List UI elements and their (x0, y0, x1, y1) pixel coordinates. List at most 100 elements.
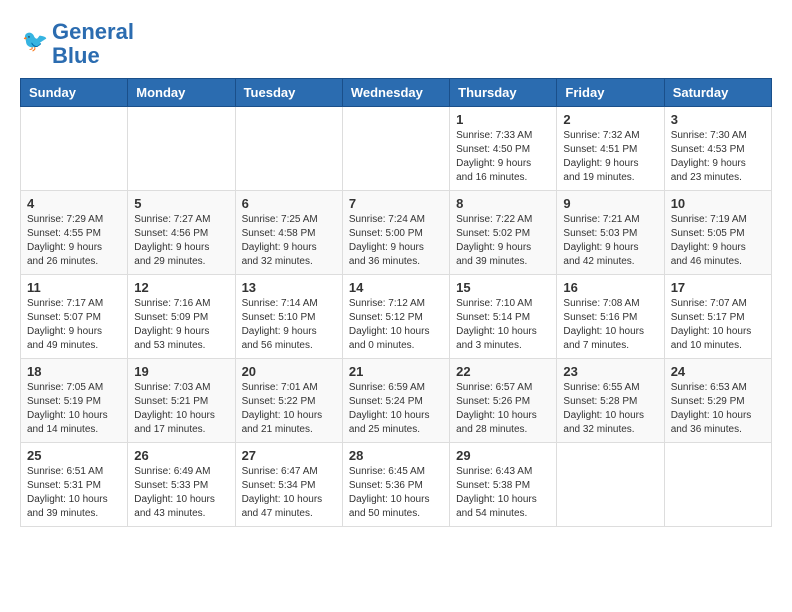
logo-icon: 🐦 (22, 27, 52, 57)
day-number: 22 (456, 364, 550, 379)
calendar-cell: 7 Sunrise: 7:24 AM Sunset: 5:00 PM Daylig… (342, 191, 449, 275)
day-number: 20 (242, 364, 336, 379)
day-info: Sunrise: 7:19 AM Sunset: 5:05 PM Dayligh… (671, 213, 765, 269)
calendar-cell: 6Sunrise: 7:25 AM Sunset: 4:58 PM Daylig… (235, 191, 342, 275)
day-info: Sunrise: 6:43 AM Sunset: 5:38 PM Dayligh… (456, 465, 550, 521)
day-info: Sunrise: 7:07 AM Sunset: 5:17 PM Dayligh… (671, 297, 765, 353)
calendar-cell: 14 Sunrise: 7:12 AM Sunset: 5:12 PM Dayli… (342, 275, 449, 359)
day-number: 16 (563, 280, 657, 295)
calendar-cell: 8 Sunrise: 7:22 AM Sunset: 5:02 PM Daylig… (450, 191, 557, 275)
weekday-thursday: Thursday (450, 79, 557, 107)
day-number: 10 (671, 196, 765, 211)
week-row-3: 11 Sunrise: 7:17 AM Sunset: 5:07 PM Dayli… (21, 275, 772, 359)
page-header: 🐦 General Blue (20, 20, 772, 68)
calendar-cell: 13 Sunrise: 7:14 AM Sunset: 5:10 PM Dayli… (235, 275, 342, 359)
day-info: Sunrise: 7:21 AM Sunset: 5:03 PM Dayligh… (563, 213, 657, 269)
day-info: Sunrise: 7:27 AM Sunset: 4:56 PM Dayligh… (134, 213, 228, 269)
day-info: Sunrise: 7:32 AM Sunset: 4:51 PM Dayligh… (563, 129, 657, 185)
day-number: 21 (349, 364, 443, 379)
weekday-friday: Friday (557, 79, 664, 107)
calendar-cell (128, 107, 235, 191)
day-number: 14 (349, 280, 443, 295)
day-number: 9 (563, 196, 657, 211)
week-row-4: 18 Sunrise: 7:05 AM Sunset: 5:19 PM Dayli… (21, 359, 772, 443)
day-number: 7 (349, 196, 443, 211)
day-number: 12 (134, 280, 228, 295)
day-info: Sunrise: 7:03 AM Sunset: 5:21 PM Dayligh… (134, 381, 228, 437)
day-info: Sunrise: 6:45 AM Sunset: 5:36 PM Dayligh… (349, 465, 443, 521)
logo-general: General (52, 19, 134, 44)
day-info: Sunrise: 7:16 AM Sunset: 5:09 PM Dayligh… (134, 297, 228, 353)
day-info: Sunrise: 7:17 AM Sunset: 5:07 PM Dayligh… (27, 297, 121, 353)
day-info: Sunrise: 7:08 AM Sunset: 5:16 PM Dayligh… (563, 297, 657, 353)
day-info: Sunrise: 7:25 AM Sunset: 4:58 PM Dayligh… (242, 213, 336, 269)
day-number: 19 (134, 364, 228, 379)
calendar-cell: 10 Sunrise: 7:19 AM Sunset: 5:05 PM Dayli… (664, 191, 771, 275)
day-info: Sunrise: 6:51 AM Sunset: 5:31 PM Dayligh… (27, 465, 121, 521)
calendar-cell: 22 Sunrise: 6:57 AM Sunset: 5:26 PM Dayli… (450, 359, 557, 443)
calendar-cell: 17Sunrise: 7:07 AM Sunset: 5:17 PM Dayli… (664, 275, 771, 359)
calendar-cell: 19 Sunrise: 7:03 AM Sunset: 5:21 PM Dayli… (128, 359, 235, 443)
calendar-cell: 4 Sunrise: 7:29 AM Sunset: 4:55 PM Daylig… (21, 191, 128, 275)
day-info: Sunrise: 7:29 AM Sunset: 4:55 PM Dayligh… (27, 213, 121, 269)
day-info: Sunrise: 7:30 AM Sunset: 4:53 PM Dayligh… (671, 129, 765, 185)
logo-text: General Blue (52, 20, 134, 68)
calendar-cell: 29 Sunrise: 6:43 AM Sunset: 5:38 PM Dayli… (450, 443, 557, 527)
svg-text:🐦: 🐦 (22, 30, 48, 53)
week-row-1: 1 Sunrise: 7:33 AM Sunset: 4:50 PM Daylig… (21, 107, 772, 191)
day-info: Sunrise: 6:57 AM Sunset: 5:26 PM Dayligh… (456, 381, 550, 437)
weekday-header-row: SundayMondayTuesdayWednesdayThursdayFrid… (21, 79, 772, 107)
day-number: 27 (242, 448, 336, 463)
calendar-cell (557, 443, 664, 527)
day-number: 8 (456, 196, 550, 211)
day-number: 4 (27, 196, 121, 211)
day-info: Sunrise: 7:10 AM Sunset: 5:14 PM Dayligh… (456, 297, 550, 353)
weekday-monday: Monday (128, 79, 235, 107)
day-info: Sunrise: 6:55 AM Sunset: 5:28 PM Dayligh… (563, 381, 657, 437)
day-number: 13 (242, 280, 336, 295)
day-info: Sunrise: 7:22 AM Sunset: 5:02 PM Dayligh… (456, 213, 550, 269)
day-number: 3 (671, 112, 765, 127)
logo: 🐦 General Blue (20, 20, 134, 68)
calendar-cell: 1 Sunrise: 7:33 AM Sunset: 4:50 PM Daylig… (450, 107, 557, 191)
calendar-cell: 20Sunrise: 7:01 AM Sunset: 5:22 PM Dayli… (235, 359, 342, 443)
weekday-saturday: Saturday (664, 79, 771, 107)
day-info: Sunrise: 6:59 AM Sunset: 5:24 PM Dayligh… (349, 381, 443, 437)
calendar-cell: 27Sunrise: 6:47 AM Sunset: 5:34 PM Dayli… (235, 443, 342, 527)
day-info: Sunrise: 7:12 AM Sunset: 5:12 PM Dayligh… (349, 297, 443, 353)
day-info: Sunrise: 7:33 AM Sunset: 4:50 PM Dayligh… (456, 129, 550, 185)
calendar-cell: 11 Sunrise: 7:17 AM Sunset: 5:07 PM Dayli… (21, 275, 128, 359)
calendar-header: SundayMondayTuesdayWednesdayThursdayFrid… (21, 79, 772, 107)
day-number: 2 (563, 112, 657, 127)
day-number: 24 (671, 364, 765, 379)
weekday-sunday: Sunday (21, 79, 128, 107)
calendar-table: SundayMondayTuesdayWednesdayThursdayFrid… (20, 78, 772, 527)
weekday-tuesday: Tuesday (235, 79, 342, 107)
calendar-cell: 9 Sunrise: 7:21 AM Sunset: 5:03 PM Daylig… (557, 191, 664, 275)
day-info: Sunrise: 7:14 AM Sunset: 5:10 PM Dayligh… (242, 297, 336, 353)
day-info: Sunrise: 7:24 AM Sunset: 5:00 PM Dayligh… (349, 213, 443, 269)
day-number: 18 (27, 364, 121, 379)
calendar-cell (235, 107, 342, 191)
logo-blue: Blue (52, 43, 100, 68)
calendar-body: 1 Sunrise: 7:33 AM Sunset: 4:50 PM Daylig… (21, 107, 772, 527)
day-info: Sunrise: 7:05 AM Sunset: 5:19 PM Dayligh… (27, 381, 121, 437)
day-info: Sunrise: 6:53 AM Sunset: 5:29 PM Dayligh… (671, 381, 765, 437)
day-number: 1 (456, 112, 550, 127)
calendar-cell: 5Sunrise: 7:27 AM Sunset: 4:56 PM Daylig… (128, 191, 235, 275)
weekday-wednesday: Wednesday (342, 79, 449, 107)
calendar-cell (21, 107, 128, 191)
calendar-cell: 24 Sunrise: 6:53 AM Sunset: 5:29 PM Dayli… (664, 359, 771, 443)
calendar-cell: 26Sunrise: 6:49 AM Sunset: 5:33 PM Dayli… (128, 443, 235, 527)
week-row-5: 25Sunrise: 6:51 AM Sunset: 5:31 PM Dayli… (21, 443, 772, 527)
calendar-cell: 23 Sunrise: 6:55 AM Sunset: 5:28 PM Dayli… (557, 359, 664, 443)
calendar-cell: 12 Sunrise: 7:16 AM Sunset: 5:09 PM Dayli… (128, 275, 235, 359)
day-number: 15 (456, 280, 550, 295)
day-number: 11 (27, 280, 121, 295)
day-number: 28 (349, 448, 443, 463)
day-number: 23 (563, 364, 657, 379)
calendar-cell (342, 107, 449, 191)
calendar-cell: 3 Sunrise: 7:30 AM Sunset: 4:53 PM Daylig… (664, 107, 771, 191)
day-number: 29 (456, 448, 550, 463)
calendar-cell: 25Sunrise: 6:51 AM Sunset: 5:31 PM Dayli… (21, 443, 128, 527)
